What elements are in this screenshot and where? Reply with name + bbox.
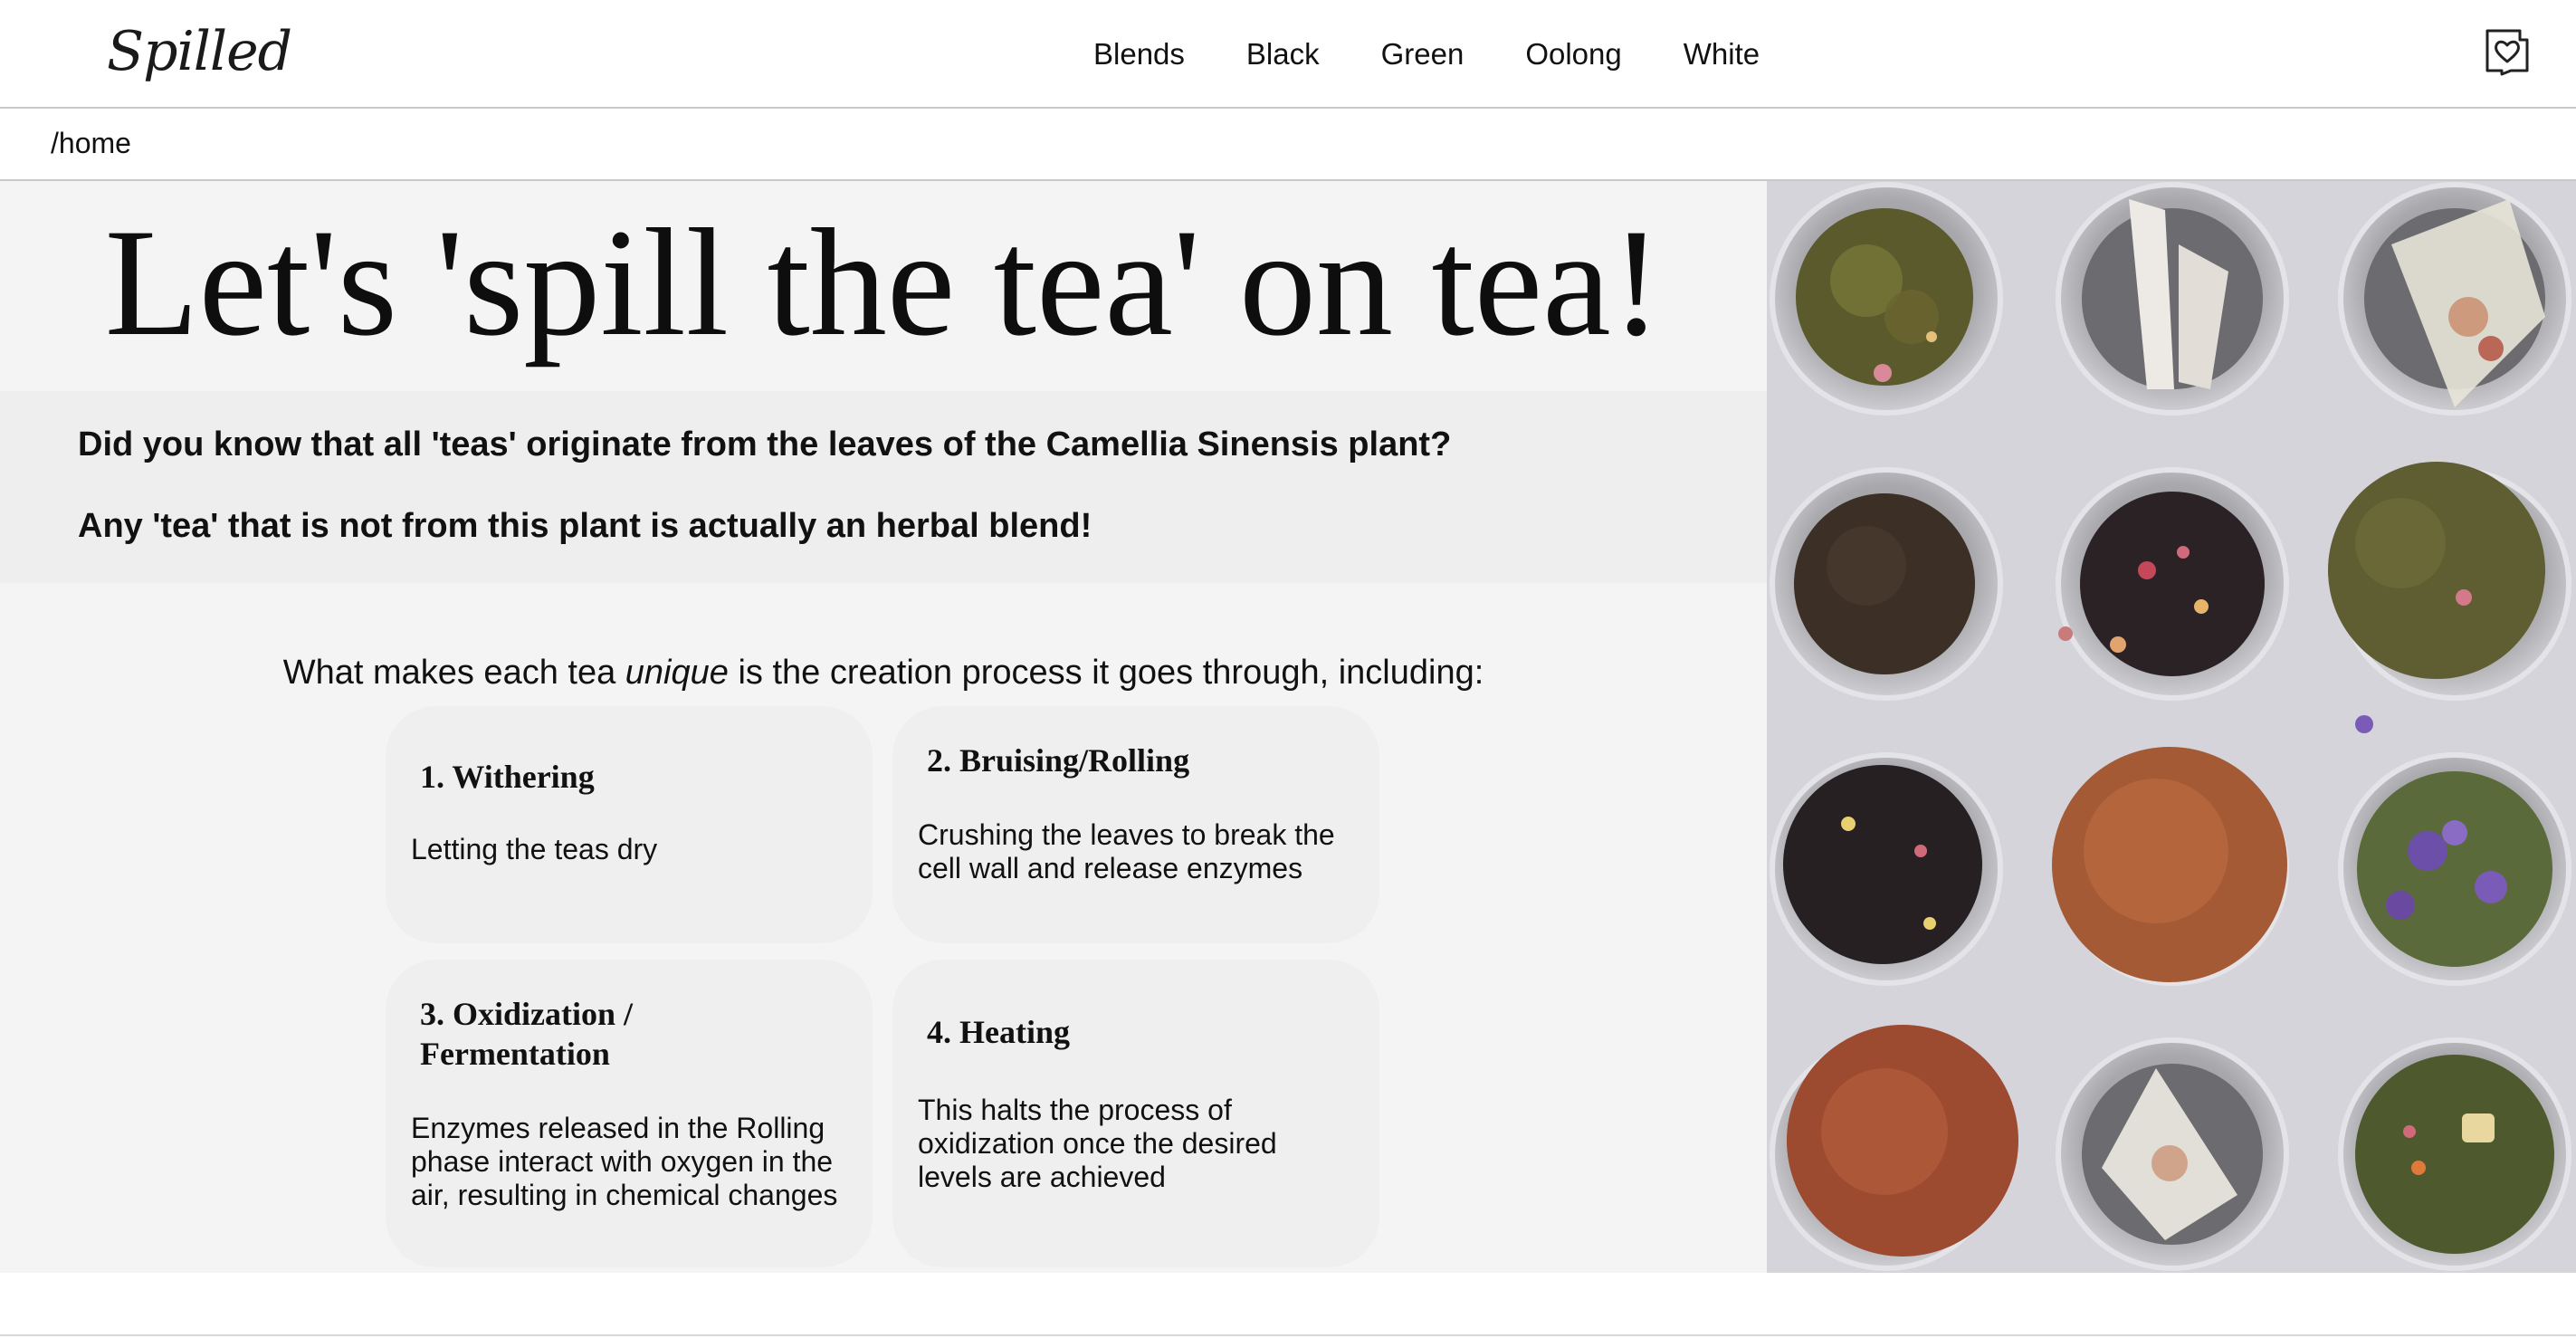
top-navigation-bar: Spilled Blends Black Green Oolong White — [0, 0, 2576, 109]
step-description: Enzymes released in the Rolling phase in… — [411, 1112, 838, 1211]
page-title: Let's 'spill the tea' on tea! — [104, 197, 1663, 368]
nav-item-black[interactable]: Black — [1246, 34, 1320, 74]
nav-item-blends[interactable]: Blends — [1093, 34, 1185, 74]
step-description: Letting the teas dry — [411, 833, 658, 865]
tin-fruit-teabag — [2338, 182, 2571, 416]
fact-camellia: Did you know that all 'teas' originate f… — [78, 425, 1452, 464]
tin-pyramid-teabag — [2056, 1037, 2289, 1271]
tin-fruit-black-tea — [2056, 467, 2289, 701]
breadcrumb-bar: /home — [0, 109, 2576, 181]
footer-divider — [0, 1334, 2576, 1336]
tea-tins-photo — [1767, 181, 2576, 1273]
fact-herbal: Any 'tea' that is not from this plant is… — [78, 507, 1092, 545]
tin-green-fruit-tea — [2338, 1037, 2571, 1271]
intro-emphasis: unique — [625, 654, 729, 692]
shopping-bag-heart-icon[interactable] — [2484, 25, 2531, 76]
step-title: 2. Bruising/Rolling — [927, 742, 1190, 779]
step-title: 3. Oxidization / Fermentation — [420, 996, 634, 1072]
step-card-oxidization: 3. Oxidization / Fermentation Enzymes re… — [386, 960, 873, 1267]
step-card-withering: 1. Withering Letting the teas dry — [386, 706, 873, 943]
tin-rooibos — [2052, 747, 2289, 986]
nav-item-oolong[interactable]: Oolong — [1525, 34, 1621, 74]
step-card-heating: 4. Heating This halts the process of oxi… — [892, 960, 1379, 1267]
breadcrumb[interactable]: /home — [51, 127, 131, 160]
tea-tins-illustration — [1767, 181, 2576, 1273]
fact-band: Did you know that all 'teas' originate f… — [0, 391, 1767, 583]
intro-text-start: What makes each tea — [282, 654, 625, 692]
step-description: Crushing the leaves to break the cell wa… — [918, 818, 1335, 884]
nav-item-green[interactable]: Green — [1381, 34, 1465, 74]
tin-green-tea — [1770, 182, 2003, 416]
step-description: This halts the process of oxidization on… — [918, 1094, 1277, 1193]
tin-dark-fruit-tea — [1770, 752, 2003, 986]
main-content: Let's 'spill the tea' on tea! Did you kn… — [0, 181, 1767, 1273]
intro-text-end: is the creation process it goes through,… — [728, 654, 1484, 692]
step-title: 1. Withering — [420, 759, 595, 795]
step-title: 4. Heating — [927, 1014, 1070, 1050]
step-card-bruising: 2. Bruising/Rolling Crushing the leaves … — [892, 706, 1379, 943]
tin-black-tea — [1770, 467, 2003, 701]
main-nav: Blends Black Green Oolong White — [1093, 34, 1760, 74]
brand-logo[interactable]: Spilled — [107, 20, 292, 83]
tin-teabags — [2056, 182, 2289, 416]
process-intro: What makes each tea unique is the creati… — [0, 654, 1767, 693]
nav-item-white[interactable]: White — [1684, 34, 1760, 74]
